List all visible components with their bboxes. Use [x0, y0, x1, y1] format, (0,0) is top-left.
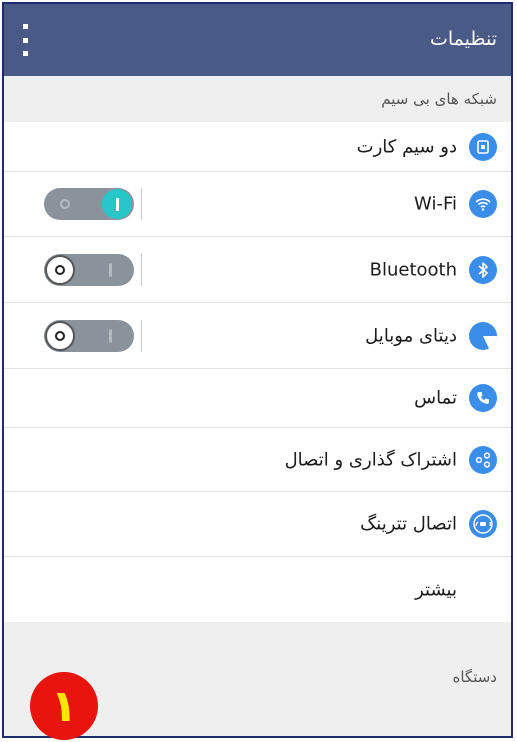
settings-item-tethering[interactable]: اتصال تترینگ: [4, 492, 511, 557]
bluetooth-toggle[interactable]: [44, 253, 134, 286]
wifi-toggle[interactable]: [44, 188, 134, 220]
settings-item-call[interactable]: تماس: [4, 369, 511, 428]
share-connect-icon: [469, 445, 497, 474]
dual-sim-icon: [469, 132, 497, 161]
settings-item-dual-sim[interactable]: دو سیم کارت: [4, 122, 511, 172]
overflow-menu-icon[interactable]: [18, 24, 32, 56]
settings-item-label: اشتراک گذاری و اتصال: [284, 449, 457, 470]
settings-item-bluetooth[interactable]: Bluetooth: [4, 237, 511, 303]
bluetooth-icon: [469, 255, 497, 284]
settings-item-label: دو سیم کارت: [356, 136, 457, 157]
settings-item-label: دیتای موبایل: [365, 325, 457, 346]
page-title: تنظیمات: [429, 28, 497, 50]
wifi-icon: [469, 190, 497, 218]
toggle-divider: [141, 319, 142, 352]
tethering-icon: [469, 510, 497, 538]
settings-item-label: تماس: [414, 387, 457, 409]
settings-item-share-connect[interactable]: اشتراک گذاری و اتصال: [4, 428, 511, 492]
settings-item-mobile-data[interactable]: دیتای موبایل: [4, 303, 511, 369]
section-header-wireless: شبکه های بی سیم: [4, 76, 511, 122]
settings-item-wifi[interactable]: Wi-Fi: [4, 172, 511, 237]
step-number-badge: ۱: [30, 672, 98, 740]
settings-item-label: Wi-Fi: [414, 193, 457, 215]
mobile-data-toggle[interactable]: [44, 319, 134, 352]
toggle-divider: [141, 188, 142, 220]
app-bar: تنظیمات: [4, 4, 511, 76]
phone-icon: [469, 384, 497, 412]
settings-screen: تنظیمات شبکه های بی سیم دو سیم کارت Wi-F…: [2, 2, 513, 738]
toggle-divider: [141, 253, 142, 286]
settings-item-label: اتصال تترینگ: [360, 513, 457, 535]
mobile-data-icon: [469, 321, 497, 350]
settings-item-label: بیشتر: [415, 579, 457, 600]
settings-item-more[interactable]: بیشتر: [4, 557, 511, 622]
settings-item-label: Bluetooth: [369, 259, 457, 280]
